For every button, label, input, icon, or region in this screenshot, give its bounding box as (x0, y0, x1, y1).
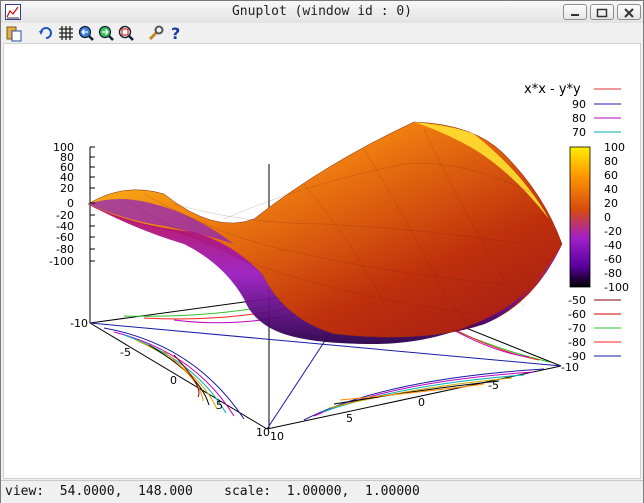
x-tick: 0 (170, 374, 177, 387)
options-icon[interactable] (147, 24, 165, 42)
contour-legend-label: 70 (572, 126, 586, 139)
x-axis-ticks: -10 -5 0 5 10 (70, 317, 270, 439)
close-icon (624, 8, 634, 18)
z-axis-ticks: 100 80 60 40 20 0 -20 -40 -60 -80 -100 (49, 141, 74, 268)
status-text: view: 54.0000, 148.000 scale: 1.00000, 1… (5, 484, 420, 499)
contour-legend-label: 90 (572, 98, 586, 111)
colorbox (569, 146, 591, 288)
x-tick: 5 (216, 399, 223, 412)
contour-legend-label: 80 (572, 112, 586, 125)
colorbox-tick: -80 (604, 267, 622, 280)
minimize-button[interactable] (563, 4, 587, 20)
replot-icon[interactable] (37, 24, 55, 42)
contour-legend-label: -60 (568, 308, 586, 321)
y-tick: -5 (488, 379, 499, 392)
contour-legend-label: -70 (568, 322, 586, 335)
x-tick: -10 (70, 317, 88, 330)
y-tick: 0 (418, 396, 425, 409)
colorbox-tick: 0 (604, 211, 611, 224)
contour-legend-label: -80 (568, 336, 586, 349)
colorbox-tick: -60 (604, 253, 622, 266)
minimize-icon (571, 14, 579, 16)
grid-icon[interactable] (57, 24, 75, 42)
zoom-next-icon[interactable] (97, 24, 115, 42)
svg-text:?: ? (171, 24, 180, 42)
zoom-previous-icon[interactable] (77, 24, 95, 42)
unzoom-icon[interactable] (117, 24, 135, 42)
function-surface (87, 121, 563, 344)
y-tick: 10 (270, 430, 284, 443)
colorbox-tick: 60 (604, 169, 618, 182)
colorbox-tick: -100 (604, 281, 629, 294)
x-tick: -5 (120, 346, 131, 359)
function-key-label: x*x - y*y (524, 82, 581, 97)
maximize-button[interactable] (590, 4, 614, 20)
colorbox-tick: 100 (604, 141, 625, 154)
window-title: Gnuplot (window id : 0) (231, 4, 412, 19)
contour-legend-label: -90 (568, 350, 586, 363)
help-icon[interactable]: ? (167, 24, 185, 42)
colorbox-tick: -20 (604, 225, 622, 238)
status-bar: view: 54.0000, 148.000 scale: 1.00000, 1… (1, 480, 643, 503)
y-axis-ticks: 10 5 0 -5 -10 (270, 361, 579, 443)
colorbox-tick: 20 (604, 197, 618, 210)
y-tick: 5 (346, 412, 353, 425)
colorbox-ticks: 100 80 60 40 20 0 -20 -40 -60 -80 -100 (604, 141, 629, 294)
colorbox-tick: 40 (604, 183, 618, 196)
colorbox-tick: 80 (604, 155, 618, 168)
copy-to-clipboard-icon[interactable] (5, 24, 23, 42)
contour-legend-label: -50 (568, 294, 586, 307)
surface-plot: 100 80 60 40 20 0 -20 -40 -60 -80 -100 -… (49, 82, 629, 443)
plot-area[interactable]: 100 80 60 40 20 0 -20 -40 -60 -80 -100 -… (3, 43, 641, 479)
gnuplot-window: Gnuplot (window id : 0) ? 100 80 60 40 2… (0, 0, 644, 503)
toolbar: ? (1, 23, 643, 43)
colorbox-tick: -40 (604, 239, 622, 252)
close-button[interactable] (617, 4, 641, 20)
title-bar[interactable]: Gnuplot (window id : 0) (1, 1, 643, 24)
z-tick: 20 (60, 182, 74, 195)
x-tick: 10 (256, 426, 270, 439)
z-tick: -100 (49, 255, 74, 268)
maximize-icon (596, 8, 608, 18)
